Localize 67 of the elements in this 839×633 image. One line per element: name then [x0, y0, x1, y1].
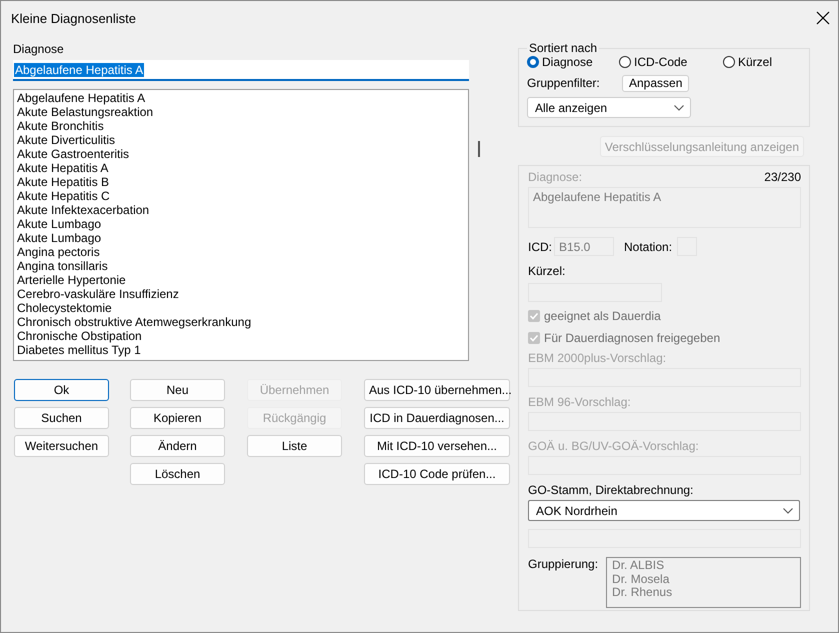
list-item[interactable]: Akute Belastungsreaktion — [17, 105, 465, 119]
diagnosis-list[interactable] — [13, 89, 469, 361]
sort-radio[interactable]: ICD-Code — [619, 55, 723, 69]
scrollbar-thumb[interactable] — [478, 141, 480, 157]
filter-dropdown[interactable]: Alle anzeigen — [527, 97, 691, 118]
list-item[interactable]: Chronische Obstipation — [17, 329, 465, 343]
list-item[interactable]: Dr. Mosela — [612, 572, 795, 586]
list-item[interactable]: Abgelaufene Hepatitis A — [17, 91, 465, 105]
window-title: Kleine Diagnosenliste — [11, 10, 136, 26]
list-item[interactable]: Dr. ALBIS — [612, 559, 795, 572]
dialog-button[interactable]: ICD-10 Code prüfen... — [364, 463, 510, 485]
list-item[interactable]: Angina tonsillaris — [17, 259, 465, 273]
field-label: ICD: — [528, 240, 552, 254]
field-label: Gruppenfilter: — [527, 76, 601, 90]
field-label: Diagnose — [13, 42, 65, 56]
checkbox[interactable]: Für Dauerdiagnosen freigegeben — [528, 330, 801, 346]
dialog-button[interactable]: Kopieren — [130, 407, 225, 429]
icd-field[interactable]: B15.0 — [554, 237, 614, 256]
chevron-icon — [674, 104, 684, 110]
list-item[interactable]: Chronisch obstruktive Atemwegserkrankung — [17, 315, 465, 329]
list-item[interactable]: Akute Lumbago — [17, 217, 465, 231]
list-item[interactable]: Akute Hepatitis B — [17, 175, 465, 189]
dialog-button[interactable]: Suchen — [14, 407, 109, 429]
list-item[interactable]: Cholecystektomie — [17, 301, 465, 315]
billing-dropdown[interactable]: AOK Nordrhein — [528, 500, 800, 521]
dialog-button[interactable]: Ok — [14, 379, 109, 401]
list-item[interactable]: Akute Bronchitis — [17, 119, 465, 133]
dialog-button[interactable]: Weitersuchen — [14, 435, 109, 457]
dialog-button[interactable]: ICD in Dauerdiagnosen... — [364, 407, 510, 429]
field-label: EBM 96-Vorschlag: — [528, 395, 632, 409]
close-icon[interactable] — [816, 11, 830, 25]
field-label: EBM 2000plus-Vorschlag: — [528, 351, 668, 365]
list-item[interactable]: Cerebro-vaskuläre Insuffizienz — [17, 287, 465, 301]
sort-radio[interactable]: Kürzel — [723, 55, 772, 69]
dialog-button[interactable]: Mit ICD-10 versehen... — [364, 435, 510, 457]
group-title: Sortiert nach — [528, 41, 598, 55]
field-label: Gruppierung: — [528, 557, 598, 573]
list-item[interactable]: Akute Diverticulitis — [17, 133, 465, 147]
list-item[interactable]: Dr. Rhenus — [612, 586, 795, 600]
field-label: Kürzel: — [528, 264, 566, 278]
field-label: Notation: — [624, 240, 672, 254]
dialog-button[interactable]: Ändern — [130, 435, 225, 457]
list-item[interactable]: Akute Gastroenteritis — [17, 147, 465, 161]
diagnosis-text-field[interactable]: Abgelaufene Hepatitis A — [528, 187, 801, 228]
list-item[interactable]: Arterielle Hypertonie — [17, 273, 465, 287]
list-item[interactable]: Angina pectoris — [17, 245, 465, 259]
chevron-icon — [783, 508, 793, 514]
checkmark-icon — [529, 333, 539, 343]
list-item[interactable]: Akute Lumbago — [17, 231, 465, 245]
record-counter: 23/230 — [764, 170, 801, 184]
field-label: Diagnose: — [528, 170, 582, 184]
sort-radio[interactable]: Diagnose — [527, 55, 619, 69]
dialog-button[interactable]: Liste — [247, 435, 342, 457]
field-label: GOÄ u. BG/UV-GOÄ-Vorschlag: — [528, 439, 700, 453]
list-item[interactable]: Diabetes mellitus Typ 1 — [17, 343, 465, 357]
list-item[interactable]: Akute Infektexacerbation — [17, 203, 465, 217]
dialog-button[interactable]: Löschen — [130, 463, 225, 485]
list-item[interactable]: Akute Hepatitis C — [17, 189, 465, 203]
dialog-button[interactable]: Neu — [130, 379, 225, 401]
diagnosis-field[interactable]: Abgelaufene Hepatitis A — [13, 60, 469, 81]
checkbox[interactable]: geeignet als Dauerdia — [528, 308, 801, 324]
list-item[interactable]: Akute Hepatitis A — [17, 161, 465, 175]
grouping-list[interactable]: Dr. ALBIS Dr. Mosela Dr. Rhenus — [606, 557, 801, 608]
dialog-button[interactable]: Aus ICD-10 übernehmen... — [364, 379, 510, 401]
customize-button[interactable]: Anpassen — [622, 74, 690, 92]
checkmark-icon — [529, 311, 539, 321]
field-label: GO-Stamm, Direktabrechnung: — [528, 483, 694, 497]
